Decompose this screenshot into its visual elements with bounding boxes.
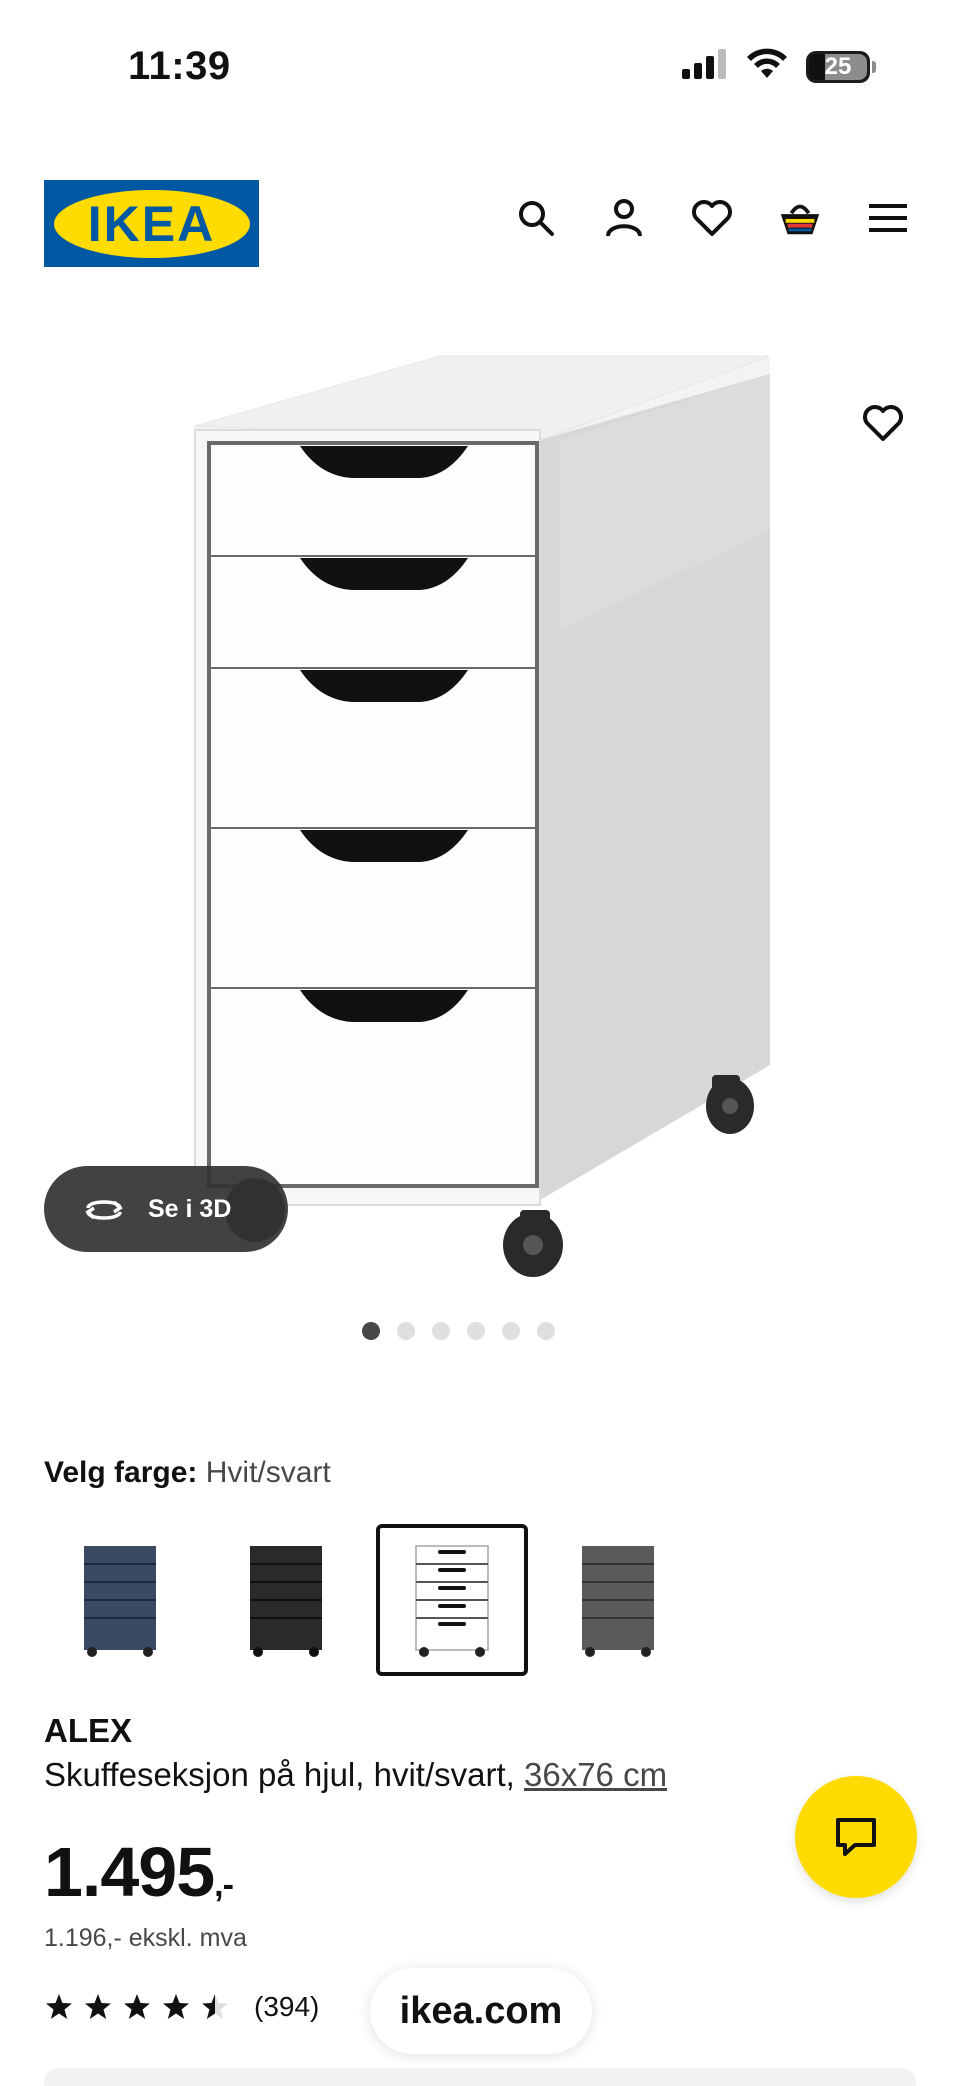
wifi-icon (746, 48, 788, 85)
product-gallery[interactable]: Se i 3D (0, 330, 960, 1310)
gallery-dot[interactable] (361, 1322, 380, 1340)
chat-button[interactable] (795, 1776, 917, 1898)
status-icons: 25 (682, 48, 876, 85)
product-name: ALEX (44, 1712, 133, 1749)
product-description-text: Skuffeseksjon på hjul, hvit/svart, (44, 1756, 515, 1793)
color-label-value: Hvit/svart (205, 1456, 331, 1489)
heart-icon (863, 405, 903, 441)
favorite-button[interactable] (858, 398, 908, 448)
browser-url-pill[interactable]: ikea.com (370, 1968, 592, 2054)
rating-count: (394) (254, 1991, 320, 2022)
product-size-link[interactable]: 36x76 cm (524, 1756, 667, 1793)
color-selector-label: Velg farge: Hvit/svart (44, 1456, 331, 1490)
logo-text: IKEA (87, 195, 216, 252)
color-label-title: Velg farge: (44, 1456, 198, 1489)
color-swatches (44, 1524, 694, 1676)
price-value: 1.495 (44, 1833, 215, 1911)
color-swatch-grey[interactable] (542, 1524, 694, 1676)
search-icon[interactable] (514, 196, 558, 240)
signal-icon (682, 49, 728, 84)
gallery-dot[interactable] (396, 1322, 415, 1340)
color-swatch-blue[interactable] (44, 1524, 196, 1676)
color-swatch-black[interactable] (210, 1524, 362, 1676)
battery-level: 25 (824, 52, 852, 80)
gallery-dot[interactable] (431, 1322, 450, 1340)
gallery-dot[interactable] (536, 1322, 555, 1340)
menu-icon[interactable] (866, 196, 910, 240)
next-section-edge (44, 2068, 916, 2086)
basket-icon[interactable] (778, 196, 822, 240)
battery-icon: 25 (806, 50, 870, 83)
view-3d-button[interactable]: Se i 3D (44, 1166, 288, 1252)
account-icon[interactable] (602, 196, 646, 240)
price-suffix: ,- (214, 1866, 234, 1904)
gallery-pagination (0, 1322, 960, 1340)
rotate-3d-icon (85, 1200, 123, 1220)
product-description: Skuffeseksjon på hjul, hvit/svart, 36x76… (44, 1756, 667, 1794)
gallery-dot[interactable] (501, 1322, 520, 1340)
chat-icon (836, 1818, 876, 1856)
logo-oval: IKEA (53, 189, 250, 258)
battery-tip (872, 60, 876, 73)
browser-url: ikea.com (399, 1989, 563, 2032)
gallery-dot[interactable] (466, 1322, 485, 1340)
product-image (194, 355, 771, 1277)
heart-icon[interactable] (690, 196, 734, 240)
color-swatch-white[interactable] (376, 1524, 528, 1676)
product-price: 1.495,- (44, 1832, 234, 1912)
site-header: IKEA (0, 170, 960, 280)
status-bar: 11:39 25 (0, 0, 960, 140)
ikea-logo[interactable]: IKEA (44, 180, 259, 267)
price-ex-vat: 1.196,- ekskl. mva (44, 1924, 247, 1952)
product-rating[interactable]: (394) (44, 1990, 319, 2024)
header-icons (514, 196, 910, 240)
rating-stars-icon (46, 1994, 228, 2019)
view-3d-label: Se i 3D (148, 1194, 232, 1223)
status-time: 11:39 (128, 44, 231, 88)
